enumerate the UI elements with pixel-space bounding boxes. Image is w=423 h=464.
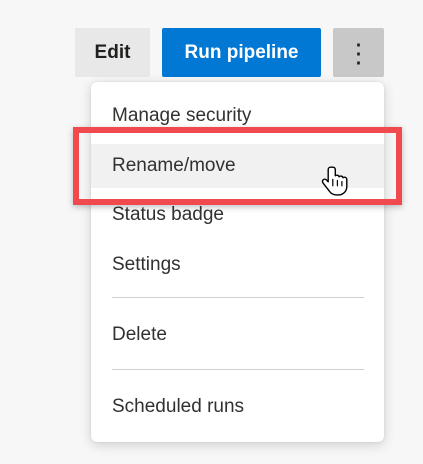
run-pipeline-button[interactable]: Run pipeline: [162, 28, 321, 77]
menu-item-rename-move[interactable]: Rename/move: [91, 144, 384, 188]
edit-button[interactable]: Edit: [75, 28, 150, 77]
menu-item-status-badge[interactable]: Status badge: [91, 193, 384, 237]
pipeline-actions-menu: Manage security Rename/move Status badge…: [91, 82, 384, 442]
menu-item-settings[interactable]: Settings: [91, 243, 384, 287]
menu-item-scheduled-runs[interactable]: Scheduled runs: [91, 385, 384, 429]
more-actions-button[interactable]: ⋮: [333, 28, 384, 77]
menu-item-manage-security[interactable]: Manage security: [91, 94, 384, 138]
more-vertical-icon: ⋮: [345, 37, 372, 68]
menu-divider: [112, 297, 364, 298]
menu-divider: [112, 369, 364, 370]
menu-item-delete[interactable]: Delete: [91, 313, 384, 357]
